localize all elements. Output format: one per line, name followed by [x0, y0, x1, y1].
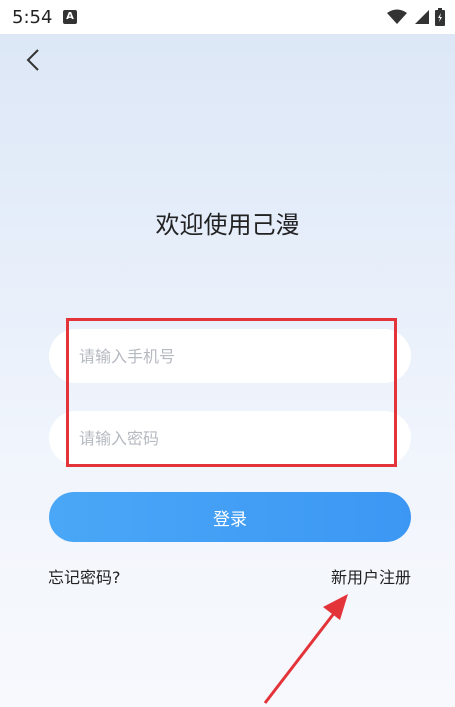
wifi-icon — [387, 9, 407, 24]
a-letter-icon: A — [63, 10, 77, 24]
phone-field-container — [49, 329, 411, 383]
password-input[interactable] — [79, 411, 389, 465]
password-field-container — [49, 411, 411, 465]
battery-icon — [435, 8, 445, 26]
status-time: 5:54 — [12, 7, 53, 28]
login-screen: 5:54 A 欢迎使用己漫 登录 忘记密码? 新用户注册 — [0, 0, 455, 707]
status-bar: 5:54 A — [0, 0, 455, 34]
phone-input[interactable] — [79, 329, 389, 383]
back-button[interactable] — [18, 44, 52, 78]
register-link[interactable]: 新用户注册 — [331, 564, 411, 588]
forgot-password-link[interactable]: 忘记密码? — [48, 564, 121, 588]
login-button[interactable]: 登录 — [49, 492, 411, 542]
status-icons — [381, 8, 445, 26]
page-title: 欢迎使用己漫 — [155, 211, 300, 239]
chevron-left-icon — [26, 49, 39, 71]
signal-icon — [415, 10, 429, 24]
